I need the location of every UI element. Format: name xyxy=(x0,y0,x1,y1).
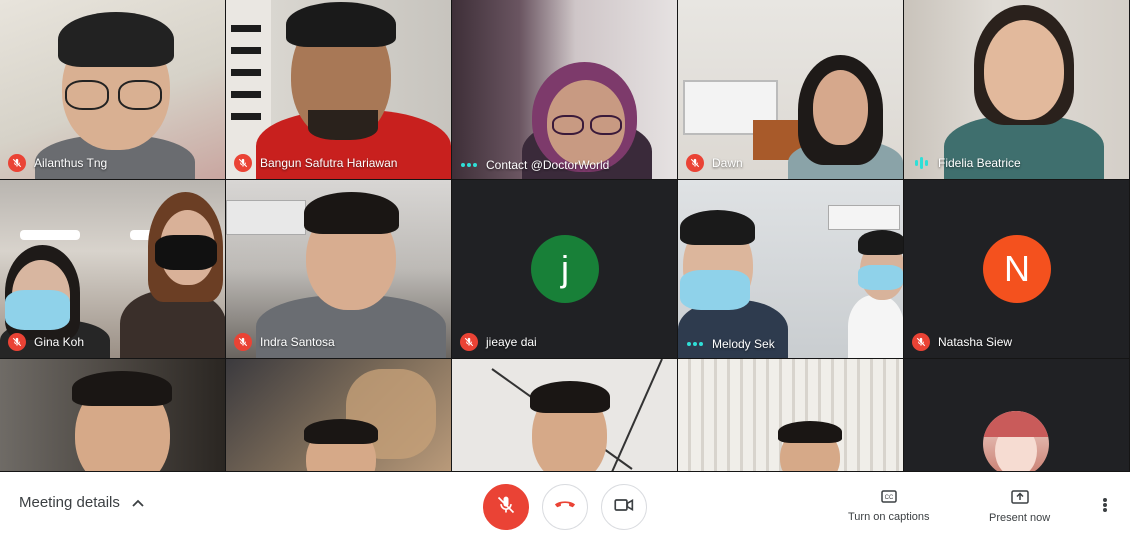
more-options-button[interactable] xyxy=(1096,496,1114,514)
participant-tile-row3-1[interactable] xyxy=(0,359,226,472)
participant-tile-bangun[interactable]: Bangun Safutra Hariawan xyxy=(226,0,452,180)
participant-label: Indra Santosa xyxy=(234,333,335,351)
mic-off-icon xyxy=(8,333,26,351)
participant-name: Indra Santosa xyxy=(260,335,335,349)
video-feed xyxy=(0,180,225,358)
avatar xyxy=(983,411,1049,471)
video-camera-icon xyxy=(614,498,634,517)
connecting-dots-icon xyxy=(686,342,704,346)
participant-name: Fidelia Beatrice xyxy=(938,156,1021,170)
participant-label: Gina Koh xyxy=(8,333,84,351)
participant-label: jieaye dai xyxy=(460,333,537,351)
leave-call-button[interactable] xyxy=(542,484,588,530)
video-feed xyxy=(0,359,225,471)
captions-label: Turn on captions xyxy=(848,511,930,523)
mic-off-icon xyxy=(686,154,704,172)
participant-name: Natasha Siew xyxy=(938,335,1013,349)
present-now-button[interactable]: Present now xyxy=(989,490,1050,524)
avatar: j xyxy=(531,235,599,303)
closed-captions-icon: CC xyxy=(881,490,897,506)
more-vert-icon xyxy=(1103,498,1107,502)
present-label: Present now xyxy=(989,512,1051,524)
participant-grid: Ailanthus Tng Bangun Safutra Hariawan Co… xyxy=(0,0,1130,472)
participant-tile-doctorworld[interactable]: Contact @DoctorWorld xyxy=(452,0,678,180)
participant-name: Dawn xyxy=(712,156,743,170)
mic-off-icon xyxy=(496,495,516,520)
participant-name: jieaye dai xyxy=(486,335,537,349)
present-screen-icon xyxy=(1010,490,1029,507)
participant-tile-natasha[interactable]: N Natasha Siew xyxy=(904,180,1130,359)
participant-name: Bangun Safutra Hariawan xyxy=(260,156,398,170)
participant-label: Bangun Safutra Hariawan xyxy=(234,154,397,172)
camera-toggle-button[interactable] xyxy=(601,484,647,530)
participant-label: Fidelia Beatrice xyxy=(912,156,1021,170)
mic-toggle-button[interactable] xyxy=(483,484,529,530)
meeting-details-label: Meeting details xyxy=(19,494,120,511)
video-feed xyxy=(678,180,903,358)
video-feed xyxy=(904,0,1129,179)
participant-tile-melody[interactable]: Melody Sek xyxy=(678,180,904,359)
participant-label: Ailanthus Tng xyxy=(8,154,107,172)
participant-name: Melody Sek xyxy=(712,337,775,351)
participant-name: Gina Koh xyxy=(34,335,85,349)
svg-text:CC: CC xyxy=(884,495,893,501)
video-feed xyxy=(452,0,677,179)
video-feed xyxy=(226,0,451,179)
mic-off-icon xyxy=(234,154,252,172)
participant-tile-jieaye[interactable]: j jieaye dai xyxy=(452,180,678,359)
mic-off-icon xyxy=(234,333,252,351)
video-feed xyxy=(678,359,903,471)
participant-tile-row3-2[interactable] xyxy=(226,359,452,472)
participant-tile-dawn[interactable]: Dawn xyxy=(678,0,904,180)
participant-label: Melody Sek xyxy=(686,337,775,351)
participant-label: Contact @DoctorWorld xyxy=(460,158,609,172)
avatar-letter: j xyxy=(561,248,569,289)
participant-tile-row3-4[interactable] xyxy=(678,359,904,472)
audio-level-icon xyxy=(912,157,930,169)
avatar: N xyxy=(983,235,1051,303)
video-feed xyxy=(226,180,451,358)
call-controls-bar: Meeting details CC Turn on captions Pres… xyxy=(0,472,1130,534)
participant-tile-ailanthus[interactable]: Ailanthus Tng xyxy=(0,0,226,180)
participant-name: Contact @DoctorWorld xyxy=(486,158,610,172)
chevron-up-icon xyxy=(132,494,144,511)
video-feed xyxy=(452,359,677,471)
participant-tile-row3-3[interactable] xyxy=(452,359,678,472)
phone-hangup-icon xyxy=(554,498,576,516)
video-feed xyxy=(0,0,225,179)
participant-tile-gina[interactable]: Gina Koh xyxy=(0,180,226,359)
center-controls xyxy=(483,484,647,530)
video-feed xyxy=(226,359,451,471)
mic-off-icon xyxy=(8,154,26,172)
meeting-details-button[interactable]: Meeting details xyxy=(19,494,144,511)
participant-name: Ailanthus Tng xyxy=(34,156,108,170)
participant-label: Natasha Siew xyxy=(912,333,1012,351)
mic-off-icon xyxy=(912,333,930,351)
participant-tile-row3-5[interactable] xyxy=(904,359,1130,472)
mic-off-icon xyxy=(460,333,478,351)
participant-tile-indra[interactable]: Indra Santosa xyxy=(226,180,452,359)
captions-button[interactable]: CC Turn on captions xyxy=(848,490,930,523)
avatar-letter: N xyxy=(1004,248,1030,289)
participant-label: Dawn xyxy=(686,154,743,172)
participant-tile-fidelia[interactable]: Fidelia Beatrice xyxy=(904,0,1130,180)
connecting-dots-icon xyxy=(460,163,478,167)
video-feed xyxy=(678,0,903,179)
